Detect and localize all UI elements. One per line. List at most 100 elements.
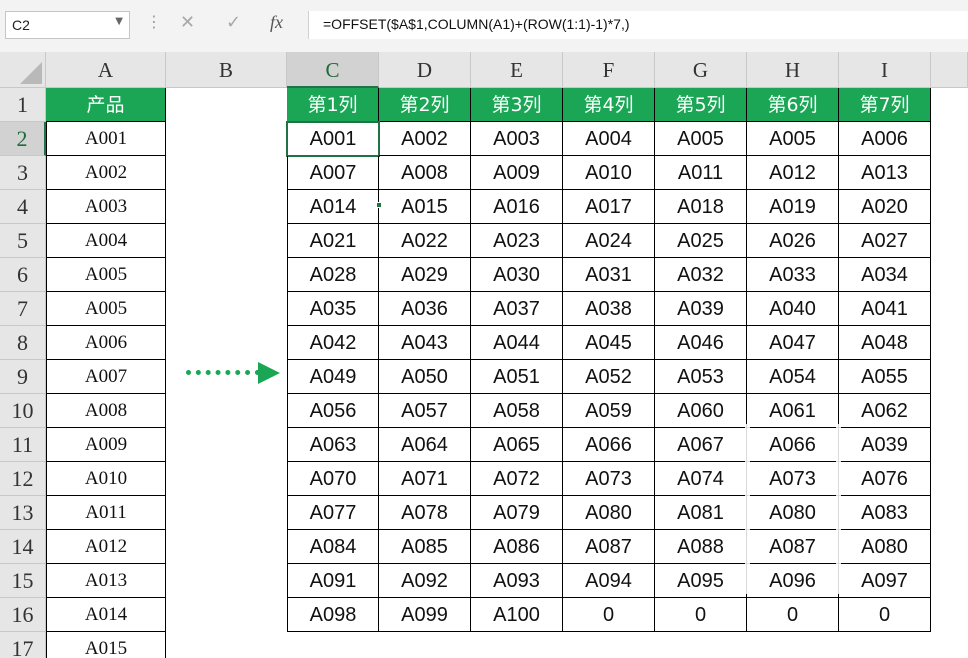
table-cell[interactable]: A054 [747,360,839,394]
table-cell[interactable]: A005 [747,122,839,156]
table-cell[interactable]: A043 [379,326,471,360]
table-cell[interactable]: A050 [379,360,471,394]
table-cell[interactable]: 0 [563,598,655,632]
table-cell[interactable]: A095 [655,564,747,598]
table-header-cell[interactable]: 第6列 [747,88,839,122]
table-cell[interactable]: A040 [747,292,839,326]
more-options-icon[interactable]: ⋮ [146,12,162,31]
table-cell[interactable]: A037 [471,292,563,326]
row-header-9[interactable]: 9 [0,360,46,394]
table-cell[interactable]: A035 [287,292,379,326]
table-cell[interactable]: A079 [471,496,563,530]
table-cell[interactable]: A022 [379,224,471,258]
row-header-15[interactable]: 15 [0,564,46,598]
table-cell[interactable]: A047 [747,326,839,360]
table-cell[interactable]: A083 [839,496,931,530]
column-header-b[interactable]: B [166,52,287,88]
table-cell[interactable]: A070 [287,462,379,496]
column-header-c[interactable]: C [287,52,379,88]
name-box[interactable]: C2 ▼ [5,11,130,39]
table-cell[interactable]: A049 [287,360,379,394]
row-header-6[interactable]: 6 [0,258,46,292]
table-cell[interactable]: A060 [655,394,747,428]
table-cell[interactable]: A051 [471,360,563,394]
table-cell[interactable]: A092 [379,564,471,598]
row-header-10[interactable]: 10 [0,394,46,428]
row-header-8[interactable]: 8 [0,326,46,360]
selected-cell[interactable]: A001 [286,121,380,157]
column-a-cell[interactable]: A015 [46,632,166,658]
table-cell[interactable]: A020 [839,190,931,224]
table-cell[interactable]: A031 [563,258,655,292]
table-cell[interactable]: A098 [287,598,379,632]
table-cell[interactable]: A041 [839,292,931,326]
column-header-d[interactable]: D [379,52,471,88]
table-cell[interactable]: A062 [839,394,931,428]
table-cell[interactable]: A072 [471,462,563,496]
table-cell[interactable]: A034 [839,258,931,292]
table-cell[interactable]: A053 [655,360,747,394]
row-header-3[interactable]: 3 [0,156,46,190]
table-cell[interactable]: 0 [747,598,839,632]
column-header-f[interactable]: F [563,52,655,88]
table-cell[interactable]: A087 [563,530,655,564]
table-header-cell[interactable]: 第1列 [287,88,379,122]
table-cell[interactable]: A094 [563,564,655,598]
insert-function-icon[interactable]: fx [270,12,283,33]
cancel-icon[interactable]: ✕ [180,12,195,33]
column-a-cell[interactable]: A011 [46,496,166,530]
column-a-cell[interactable]: A005 [46,292,166,326]
table-cell[interactable]: A027 [839,224,931,258]
table-cell[interactable]: A081 [655,496,747,530]
table-cell[interactable]: A096 [747,564,839,598]
row-header-7[interactable]: 7 [0,292,46,326]
table-cell[interactable]: A056 [287,394,379,428]
fill-handle[interactable] [376,202,382,208]
column-a-cell[interactable]: A009 [46,428,166,462]
table-cell[interactable]: A073 [747,462,839,496]
table-cell[interactable]: A080 [563,496,655,530]
formula-input[interactable]: =OFFSET($A$1,COLUMN(A1)+(ROW(1:1)-1)*7,) [308,11,968,39]
table-cell[interactable]: A010 [563,156,655,190]
table-cell[interactable]: A009 [471,156,563,190]
enter-icon[interactable]: ✓ [226,12,241,33]
table-cell[interactable]: 0 [839,598,931,632]
table-header-cell[interactable]: 第2列 [379,88,471,122]
table-cell[interactable]: A074 [655,462,747,496]
column-a-cell[interactable]: A014 [46,598,166,632]
table-cell[interactable]: A046 [655,326,747,360]
table-cell[interactable]: A008 [379,156,471,190]
table-cell[interactable]: A059 [563,394,655,428]
column-a-cell[interactable]: A012 [46,530,166,564]
column-a-cell[interactable]: A008 [46,394,166,428]
table-cell[interactable]: A023 [471,224,563,258]
row-header-12[interactable]: 12 [0,462,46,496]
table-cell[interactable]: A015 [379,190,471,224]
table-cell[interactable]: A097 [839,564,931,598]
table-cell[interactable]: A012 [747,156,839,190]
table-cell[interactable]: A067 [655,428,747,462]
row-header-5[interactable]: 5 [0,224,46,258]
table-cell[interactable]: A039 [839,428,931,462]
table-header-cell[interactable]: 第3列 [471,88,563,122]
column-header-i[interactable]: I [839,52,931,88]
table-cell[interactable]: A014 [287,190,379,224]
table-cell[interactable]: A016 [471,190,563,224]
column-a-cell[interactable]: A003 [46,190,166,224]
row-header-14[interactable]: 14 [0,530,46,564]
column-header-e[interactable]: E [471,52,563,88]
column-header-h[interactable]: H [747,52,839,88]
table-cell[interactable]: A080 [747,496,839,530]
table-cell[interactable]: A063 [287,428,379,462]
table-cell[interactable]: A032 [655,258,747,292]
table-cell[interactable]: A045 [563,326,655,360]
row-header-4[interactable]: 4 [0,190,46,224]
table-header-cell[interactable]: 第7列 [839,88,931,122]
table-header-cell[interactable]: 第5列 [655,88,747,122]
table-cell[interactable]: A066 [563,428,655,462]
table-cell[interactable]: A091 [287,564,379,598]
row-header-16[interactable]: 16 [0,598,46,632]
column-a-cell[interactable]: A001 [46,122,166,156]
table-cell[interactable]: A028 [287,258,379,292]
table-cell[interactable]: A036 [379,292,471,326]
